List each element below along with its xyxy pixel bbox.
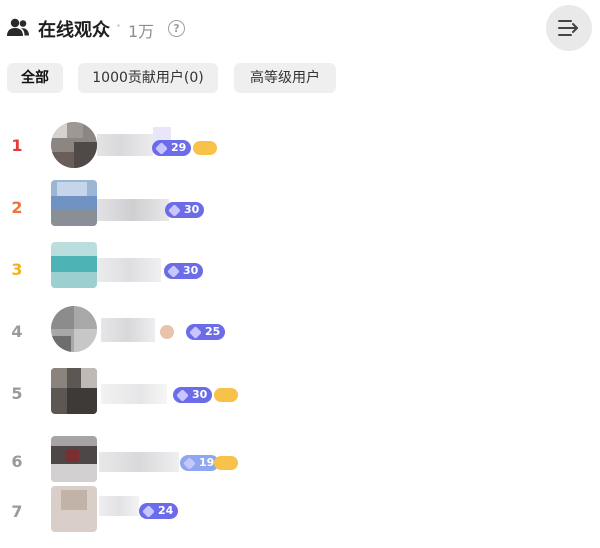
username-blurred (101, 318, 155, 342)
level-cube-icon (168, 203, 181, 217)
fan-badge (214, 456, 238, 470)
avatar[interactable] (51, 486, 97, 532)
username-blurred (99, 452, 179, 472)
avatar[interactable] (51, 368, 97, 414)
level-value: 30 (184, 203, 200, 216)
rank-number: 4 (11, 322, 23, 341)
level-badge: 29 (152, 140, 192, 156)
viewer-count: 1万 (128, 22, 155, 41)
username-blurred (97, 134, 153, 156)
collapse-panel-button[interactable] (546, 5, 592, 51)
level-value: 24 (158, 504, 174, 517)
level-badge: 24 (139, 503, 179, 519)
title-separator: · (116, 16, 122, 35)
avatar[interactable] (51, 242, 97, 288)
level-value: 29 (171, 141, 187, 154)
viewer-row[interactable]: 4 25 (0, 300, 600, 362)
audience-header: 在线观众 · 1万 ? (0, 0, 600, 58)
level-badge: 25 (186, 324, 226, 340)
collapse-arrow-icon (558, 20, 578, 36)
level-badge: 30 (165, 202, 205, 218)
viewer-row[interactable]: 7 24 (0, 486, 600, 548)
level-cube-icon (176, 388, 189, 402)
tab-top-contributors[interactable]: 1000贡献用户(0) (78, 63, 218, 93)
tab-all[interactable]: 全部 (7, 63, 63, 93)
username-blurred (101, 384, 167, 404)
level-badge: 30 (173, 387, 213, 403)
panel-title: 在线观众 (38, 20, 110, 41)
level-badge: 30 (164, 263, 204, 279)
fan-badge (214, 388, 238, 402)
username-blurred (97, 199, 169, 221)
viewer-row[interactable]: 3 30 (0, 238, 600, 300)
rank-number: 3 (11, 260, 23, 279)
viewer-row[interactable]: 5 30 (0, 362, 600, 424)
level-cube-icon (189, 325, 202, 339)
viewer-row[interactable]: 1 29 (0, 114, 600, 176)
level-value: 30 (192, 388, 208, 401)
username-blurred (97, 258, 161, 282)
rank-number: 7 (11, 502, 23, 521)
help-icon[interactable]: ? (168, 20, 185, 37)
people-icon (7, 18, 29, 36)
filter-tabs: 全部 1000贡献用户(0) 高等级用户 (0, 63, 600, 93)
level-cube-icon (155, 141, 168, 155)
level-value: 30 (183, 264, 199, 277)
level-cube-icon (183, 456, 196, 470)
level-value: 25 (205, 325, 221, 338)
viewer-row[interactable]: 2 30 (0, 176, 600, 238)
avatar[interactable] (51, 180, 97, 226)
tab-high-level-users[interactable]: 高等级用户 (234, 63, 336, 93)
rank-number: 2 (11, 198, 23, 217)
level-cube-icon (142, 504, 155, 518)
avatar[interactable] (51, 306, 97, 352)
rank-number: 6 (11, 452, 23, 471)
avatar[interactable] (51, 436, 97, 482)
rank-number: 5 (11, 384, 23, 403)
username-blurred (99, 496, 139, 516)
avatar[interactable] (51, 122, 97, 168)
fan-badge (193, 141, 217, 155)
level-cube-icon (167, 264, 180, 278)
viewer-row[interactable]: 6 19 (0, 424, 600, 486)
rank-number: 1 (11, 136, 23, 155)
hand-emoji-icon (160, 325, 174, 339)
level-value: 19 (199, 456, 215, 469)
